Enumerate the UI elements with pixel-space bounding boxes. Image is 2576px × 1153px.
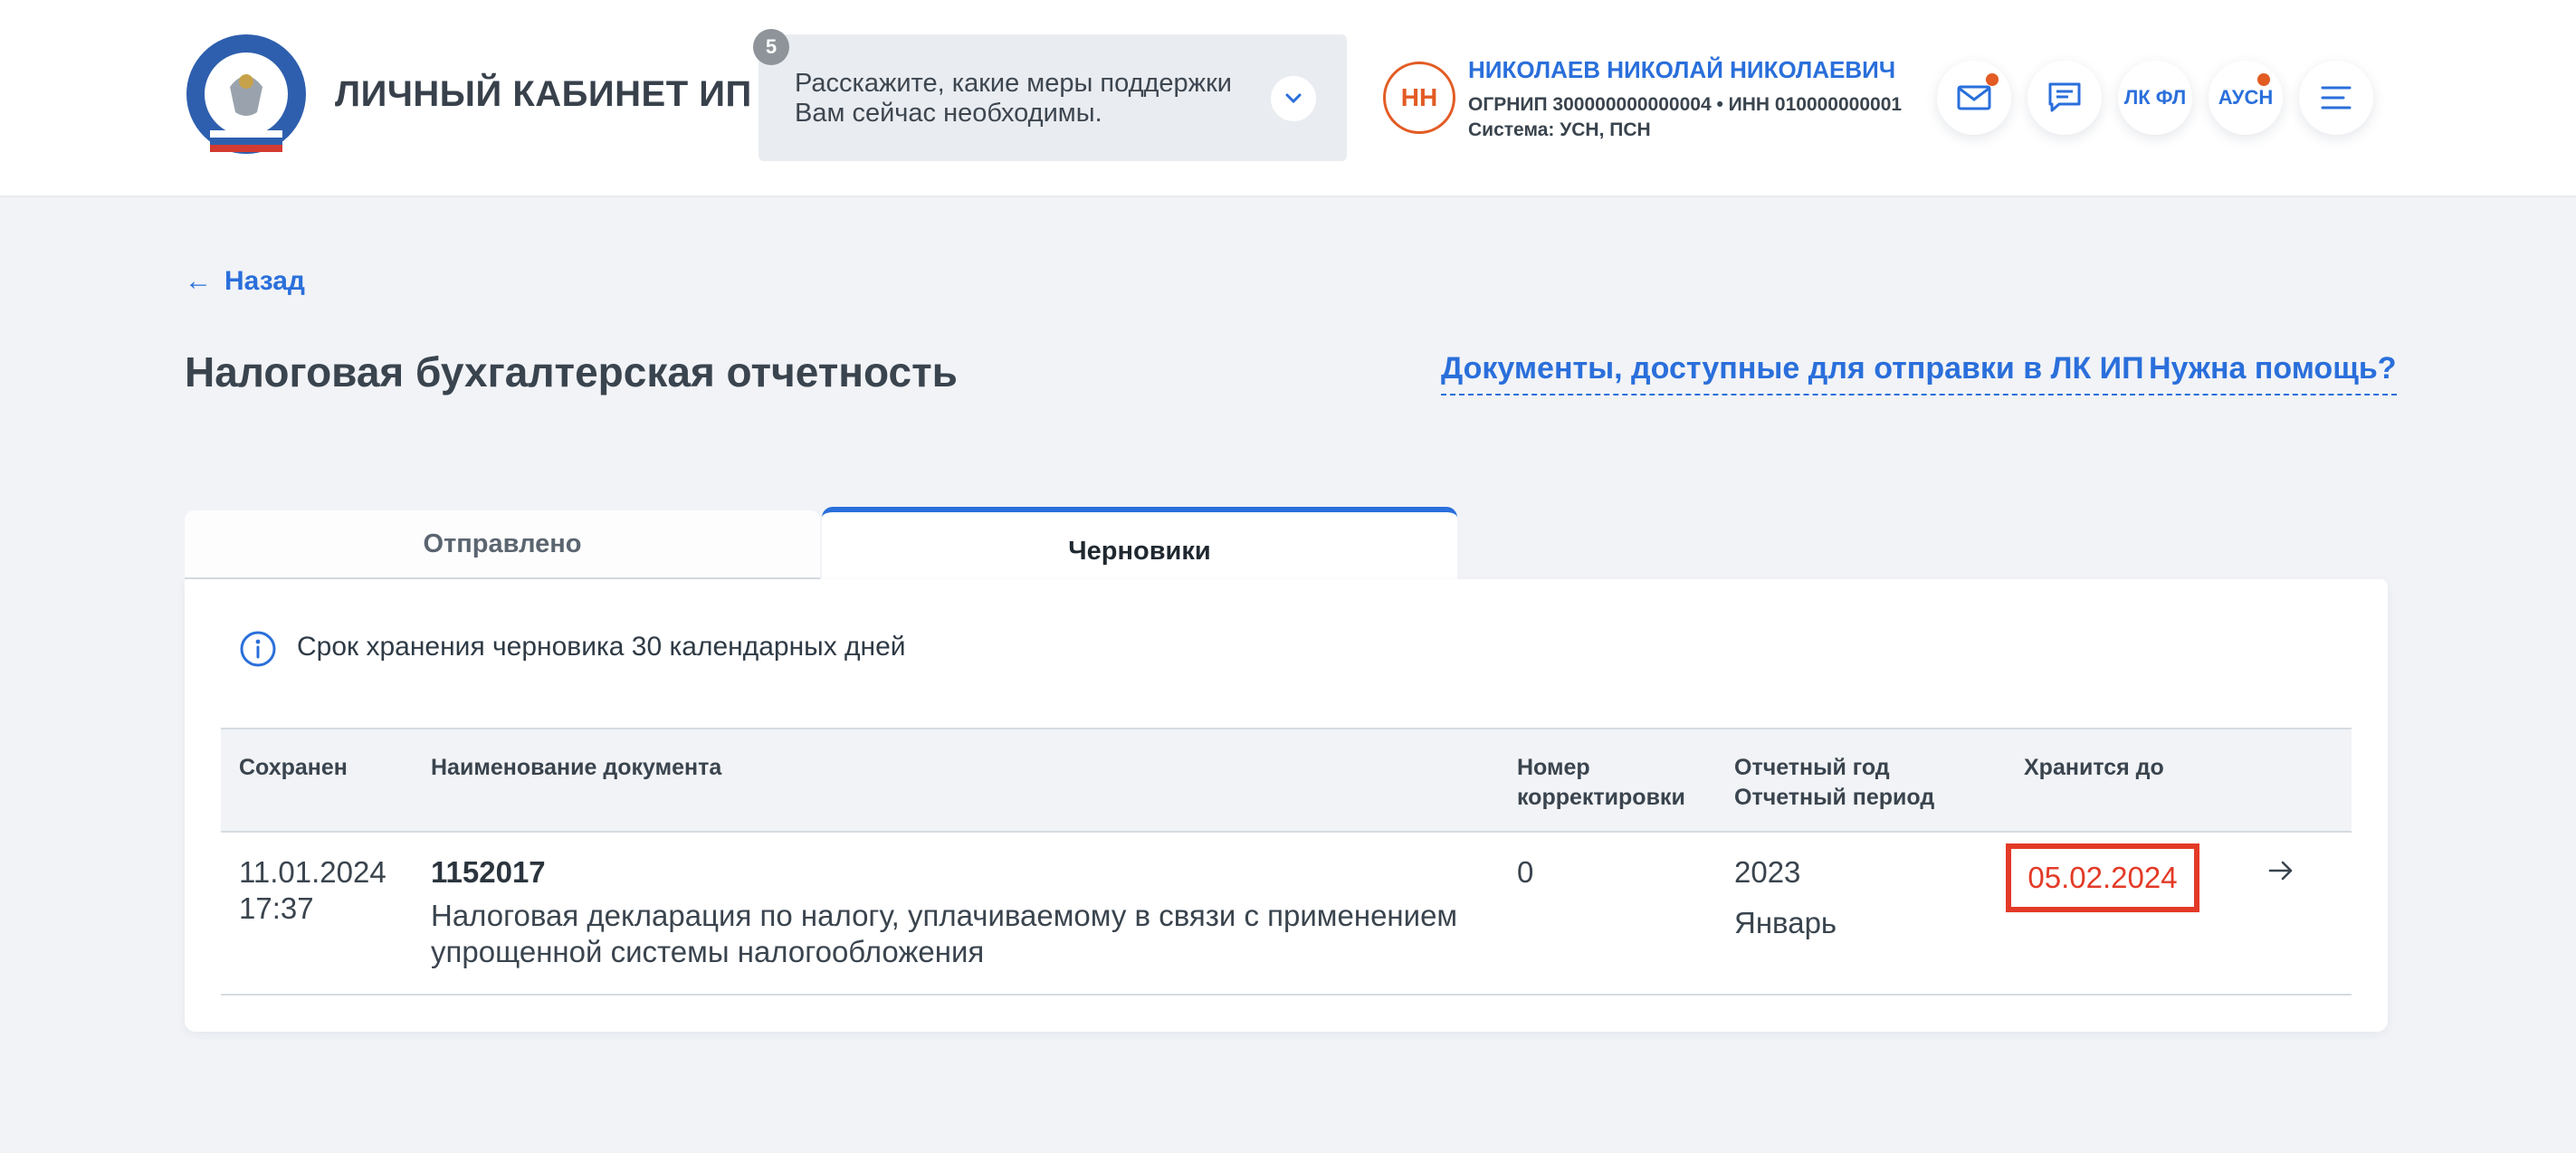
saved-cell: 11.01.2024 17:37 — [239, 854, 386, 927]
period-cell: 2023 Январь — [1734, 854, 1837, 941]
avatar[interactable]: НН — [1383, 62, 1455, 134]
lk-fl-button[interactable]: ЛК ФЛ — [2118, 61, 2192, 135]
arrow-left-icon: ← — [185, 266, 212, 296]
ausn-button[interactable]: АУСН — [2209, 61, 2283, 135]
storage-info: Срок хранения черновика 30 календарных д… — [297, 632, 906, 662]
saved-time: 17:37 — [239, 891, 314, 925]
col-saved: Сохранен — [239, 755, 348, 780]
survey-expand-button[interactable] — [1271, 76, 1316, 121]
ausn-label: АУСН — [2218, 86, 2274, 109]
chat-button[interactable] — [2027, 61, 2102, 135]
page-title: Налоговая бухгалтерская отчетность — [185, 348, 958, 395]
chevron-down-icon — [1285, 93, 1302, 104]
user-tax-system: Система: УСН, ПСН — [1468, 119, 1651, 140]
survey-badge: 5 — [753, 29, 789, 65]
col-period: Отчетный год Отчетный период — [1734, 753, 1934, 813]
header: ЛИЧНЫЙ КАБИНЕТ ИП 5 Расскажите, какие ме… — [0, 0, 2576, 197]
drafts-panel: Срок хранения черновика 30 календарных д… — [185, 579, 2388, 1032]
table-header: Сохранен Наименование документа Номер ко… — [221, 728, 2352, 833]
available-docs-link[interactable]: Документы, доступные для отправки в ЛК И… — [1441, 351, 2144, 395]
mail-button[interactable] — [1937, 61, 2011, 135]
col-doc-name: Наименование документа — [431, 755, 722, 780]
fns-logo[interactable] — [185, 33, 308, 156]
doc-name: Налоговая декларация по налогу, уплачива… — [431, 899, 1458, 968]
tab-sent[interactable]: Отправлено — [185, 510, 820, 579]
cabinet-title: ЛИЧНЫЙ КАБИНЕТ ИП — [335, 74, 752, 114]
survey-text: Расскажите, какие меры поддержки Вам сей… — [795, 69, 1232, 128]
col-correction: Номер корректировки — [1517, 753, 1685, 813]
table-row[interactable]: 11.01.2024 17:37 1152017 Налоговая декла… — [221, 833, 2352, 996]
user-ids: ОГРНИП 300000000000004 • ИНН 01000000000… — [1468, 94, 1903, 115]
saved-date: 11.01.2024 — [239, 855, 386, 889]
notification-dot — [1986, 73, 1999, 86]
col-keep-until: Хранится до — [2024, 755, 2164, 780]
col-period-line1: Отчетный год — [1734, 755, 1890, 780]
col-period-line2: Отчетный период — [1734, 785, 1935, 810]
user-name[interactable]: НИКОЛАЕВ НИКОЛАЙ НИКОЛАЕВИЧ — [1468, 56, 1895, 84]
keep-until-date: 05.02.2024 — [2006, 843, 2199, 912]
menu-icon — [2321, 86, 2352, 110]
menu-button[interactable] — [2299, 61, 2373, 135]
support-survey[interactable]: 5 Расскажите, какие меры поддержки Вам с… — [753, 29, 1347, 161]
back-link[interactable]: ← Назад — [185, 266, 305, 297]
correction-number: 0 — [1517, 855, 1534, 889]
report-year: 2023 — [1734, 855, 1801, 889]
chat-icon — [2048, 82, 2081, 112]
col-correction-line2: корректировки — [1517, 785, 1685, 810]
arrow-right-icon[interactable] — [2266, 856, 2295, 885]
doc-code: 1152017 — [431, 855, 546, 889]
doc-cell: 1152017 Налоговая декларация по налогу, … — [431, 854, 1517, 970]
report-period: Январь — [1734, 906, 1837, 939]
help-link[interactable]: Нужна помощь? — [2149, 351, 2397, 395]
mail-icon — [1957, 85, 1991, 110]
back-label: Назад — [224, 266, 305, 296]
tab-drafts[interactable]: Черновики — [822, 507, 1457, 581]
info-icon — [240, 631, 276, 667]
col-correction-line1: Номер — [1517, 755, 1590, 780]
notification-dot — [2257, 73, 2270, 86]
